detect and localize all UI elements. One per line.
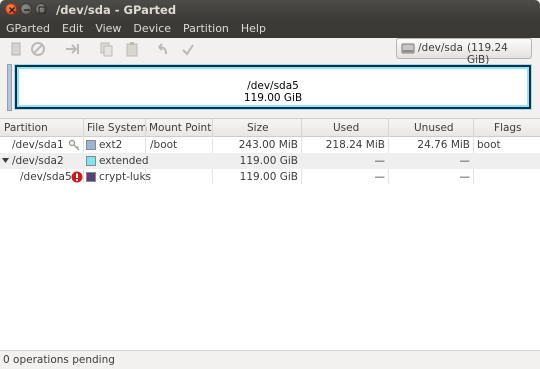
fs-color-swatch <box>86 156 96 166</box>
maximize-window-button[interactable] <box>35 3 47 15</box>
status-text: 0 operations pending <box>3 354 115 366</box>
status-bar: 0 operations pending <box>0 350 540 369</box>
disk-map-partition-sda5[interactable]: /dev/sda5 119.00 GiB <box>14 64 532 110</box>
delete-icon[interactable] <box>30 41 46 57</box>
undo-icon[interactable] <box>154 41 170 57</box>
column-unused[interactable]: Unused <box>414 122 454 134</box>
table-header: Partition File System Mount Point Size U… <box>0 119 540 137</box>
expander-icon[interactable] <box>2 157 9 164</box>
disk-map-boot-segment[interactable] <box>7 64 12 111</box>
new-icon[interactable] <box>8 41 24 57</box>
device-name: /dev/sda <box>418 42 463 54</box>
minimize-icon <box>24 9 30 11</box>
row-size: 119.00 GiB <box>239 171 298 183</box>
menu-device[interactable]: Device <box>127 22 177 35</box>
menu-edit[interactable]: Edit <box>56 22 89 35</box>
row-mount-point: /boot <box>150 139 178 151</box>
table-row[interactable]: /dev/sda1 ext2 /boot 243.00 MiB 218.24 M… <box>0 137 540 153</box>
row-unused: — <box>459 155 471 167</box>
resize-icon[interactable] <box>64 41 80 57</box>
row-partition: /dev/sda5 <box>20 171 72 183</box>
fs-color-swatch <box>86 172 96 182</box>
key-icon <box>68 139 80 151</box>
menu-bar: GParted Edit View Device Partition Help <box>0 19 540 38</box>
row-file-system: extended <box>99 155 149 167</box>
row-partition: /dev/sda1 <box>12 139 64 151</box>
apply-icon[interactable] <box>180 41 196 57</box>
copy-icon[interactable] <box>98 41 114 57</box>
table-row[interactable]: /dev/sda2 extended 119.00 GiB — — <box>0 153 540 169</box>
table-row[interactable]: /dev/sda5 crypt-luks 119.00 GiB — — <box>0 169 540 185</box>
column-mount-point[interactable]: Mount Point <box>149 122 211 134</box>
menu-gparted[interactable]: GParted <box>0 22 56 35</box>
fs-color-swatch <box>86 140 96 150</box>
row-file-system: crypt-luks <box>99 171 151 183</box>
row-unused: — <box>459 171 471 183</box>
hard-drive-icon <box>401 43 415 54</box>
disk-map-partition-name: /dev/sda5 <box>247 80 299 92</box>
row-unused: 24.76 MiB <box>417 139 470 151</box>
close-window-button[interactable] <box>5 3 17 15</box>
close-icon <box>8 6 16 14</box>
menu-help[interactable]: Help <box>235 22 272 35</box>
title-bar: /dev/sda - GParted <box>0 0 540 19</box>
column-partition[interactable]: Partition <box>4 122 48 134</box>
disk-map-partition-size: 119.00 GiB <box>243 92 303 104</box>
disk-map: /dev/sda5 119.00 GiB <box>7 64 533 111</box>
row-used: 218.24 MiB <box>325 139 385 151</box>
minimize-window-button[interactable] <box>20 3 32 15</box>
menu-partition[interactable]: Partition <box>177 22 235 35</box>
row-file-system: ext2 <box>99 139 123 151</box>
column-used[interactable]: Used <box>333 122 359 134</box>
row-partition: /dev/sda2 <box>12 155 64 167</box>
partition-table: Partition File System Mount Point Size U… <box>0 118 540 351</box>
column-size[interactable]: Size <box>247 122 269 134</box>
window-title: /dev/sda - GParted <box>56 3 177 17</box>
warning-icon <box>71 171 83 183</box>
row-size: 243.00 MiB <box>238 139 298 151</box>
device-size: (119.24 GiB) <box>467 42 508 66</box>
paste-icon[interactable] <box>124 41 140 57</box>
row-flags: boot <box>477 139 501 151</box>
device-selector[interactable]: /dev/sda (119.24 GiB) <box>396 38 532 66</box>
maximize-icon <box>38 6 46 14</box>
row-used: — <box>374 171 386 183</box>
column-flags[interactable]: Flags <box>494 122 522 134</box>
row-size: 119.00 GiB <box>239 155 298 167</box>
column-file-system[interactable]: File System <box>87 122 147 134</box>
row-used: — <box>374 155 386 167</box>
menu-view[interactable]: View <box>89 22 127 35</box>
